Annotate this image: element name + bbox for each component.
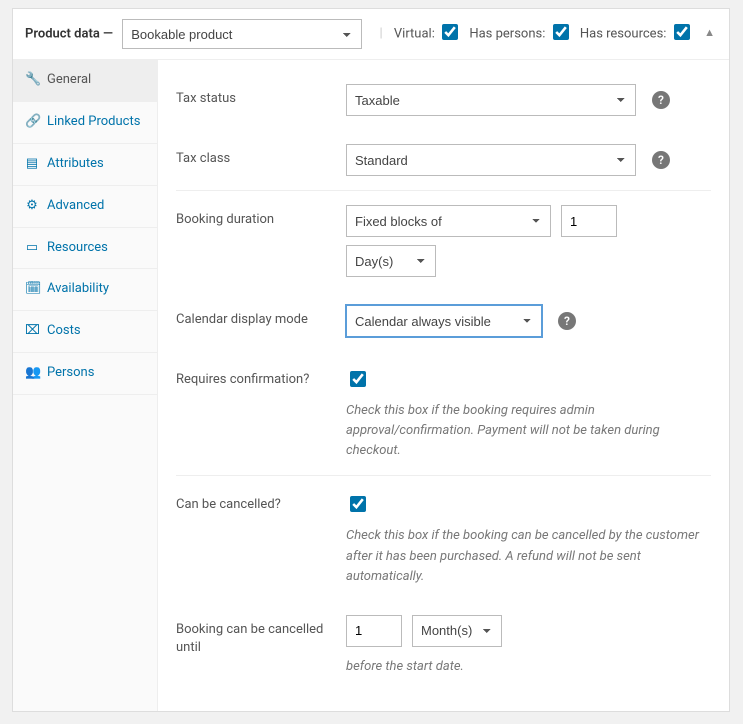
panel-header: Product data — Bookable product | Virtua… <box>13 9 729 60</box>
tab-label: Availability <box>47 281 109 298</box>
row-can-cancel: Can be cancelled? Check this box if the … <box>176 475 711 600</box>
row-requires-confirmation: Requires confirmation? Check this box if… <box>176 351 711 475</box>
label-booking-duration: Booking duration <box>176 205 346 229</box>
tab-linked-products[interactable]: 🔗 Linked Products <box>13 102 157 144</box>
label-requires-confirmation: Requires confirmation? <box>176 365 346 389</box>
help-icon[interactable]: ? <box>652 151 670 169</box>
has-persons-checkbox[interactable] <box>553 24 569 40</box>
row-cancel-until: Booking can be cancelled until Month(s) … <box>176 601 711 691</box>
card-icon: ⌧ <box>25 323 39 340</box>
users-icon: 👥 <box>25 365 39 382</box>
tab-label: Advanced <box>47 198 104 215</box>
product-type-select[interactable]: Bookable product <box>122 19 362 49</box>
tab-availability[interactable]: 🗓 Availability <box>13 269 157 311</box>
help-icon[interactable]: ? <box>652 91 670 109</box>
tab-label: Linked Products <box>47 114 140 131</box>
product-data-panel: Product data — Bookable product | Virtua… <box>12 8 730 712</box>
list-icon: ▤ <box>25 156 39 173</box>
label-tax-class: Tax class <box>176 144 346 168</box>
duration-unit-select[interactable]: Day(s) <box>346 245 436 277</box>
cancel-until-unit-select[interactable]: Month(s) <box>412 615 502 647</box>
has-resources-checkbox[interactable] <box>674 24 690 40</box>
row-booking-duration: Booking duration Fixed blocks of Day(s) <box>176 190 711 291</box>
duration-mode-select[interactable]: Fixed blocks of <box>346 205 551 237</box>
wrench-icon: 🔧 <box>25 72 39 89</box>
tab-label: Attributes <box>47 156 104 173</box>
label-tax-status: Tax status <box>176 84 346 108</box>
virtual-label: Virtual: <box>394 26 435 41</box>
tax-status-select[interactable]: Taxable <box>346 84 636 116</box>
tab-label: General <box>47 72 91 89</box>
separator: | <box>379 26 382 41</box>
can-cancel-desc: Check this box if the booking can be can… <box>346 526 711 586</box>
requires-confirmation-checkbox[interactable] <box>350 371 366 387</box>
has-resources-label: Has resources: <box>580 26 667 41</box>
can-cancel-checkbox[interactable] <box>350 496 366 512</box>
tab-persons[interactable]: 👥 Persons <box>13 353 157 395</box>
row-tax-status: Tax status Taxable ? <box>176 70 711 130</box>
duration-qty-input[interactable] <box>561 205 617 237</box>
panel-title: Product data — <box>25 26 113 41</box>
link-icon: 🔗 <box>25 114 39 131</box>
has-persons-label: Has persons: <box>469 26 545 41</box>
label-cancel-until: Booking can be cancelled until <box>176 615 346 657</box>
gear-icon: ⚙ <box>25 198 39 215</box>
folder-icon: ▭ <box>25 240 39 257</box>
row-calendar-display: Calendar display mode Calendar always vi… <box>176 291 711 351</box>
requires-confirmation-desc: Check this box if the booking requires a… <box>346 401 711 461</box>
tab-resources[interactable]: ▭ Resources <box>13 228 157 270</box>
tax-class-select[interactable]: Standard <box>346 144 636 176</box>
label-can-cancel: Can be cancelled? <box>176 490 346 514</box>
tab-label: Resources <box>47 240 108 257</box>
tab-advanced[interactable]: ⚙ Advanced <box>13 186 157 228</box>
tabs-sidebar: 🔧 General 🔗 Linked Products ▤ Attributes… <box>13 60 158 711</box>
tab-general[interactable]: 🔧 General <box>13 60 157 102</box>
cancel-until-desc: before the start date. <box>346 657 711 677</box>
label-calendar-display: Calendar display mode <box>176 305 346 329</box>
tab-content: Tax status Taxable ? Tax class Standar <box>158 60 729 711</box>
panel-body: 🔧 General 🔗 Linked Products ▤ Attributes… <box>13 60 729 711</box>
cancel-until-qty-input[interactable] <box>346 615 402 647</box>
calendar-display-select[interactable]: Calendar always visible <box>346 305 542 337</box>
virtual-checkbox[interactable] <box>442 24 458 40</box>
tab-attributes[interactable]: ▤ Attributes <box>13 144 157 186</box>
collapse-toggle-icon[interactable]: ▲ <box>704 23 715 44</box>
tab-label: Costs <box>47 323 81 340</box>
calendar-icon: 🗓 <box>25 281 39 298</box>
tab-costs[interactable]: ⌧ Costs <box>13 311 157 353</box>
tab-label: Persons <box>47 365 94 382</box>
help-icon[interactable]: ? <box>558 312 576 330</box>
row-tax-class: Tax class Standard ? <box>176 130 711 190</box>
